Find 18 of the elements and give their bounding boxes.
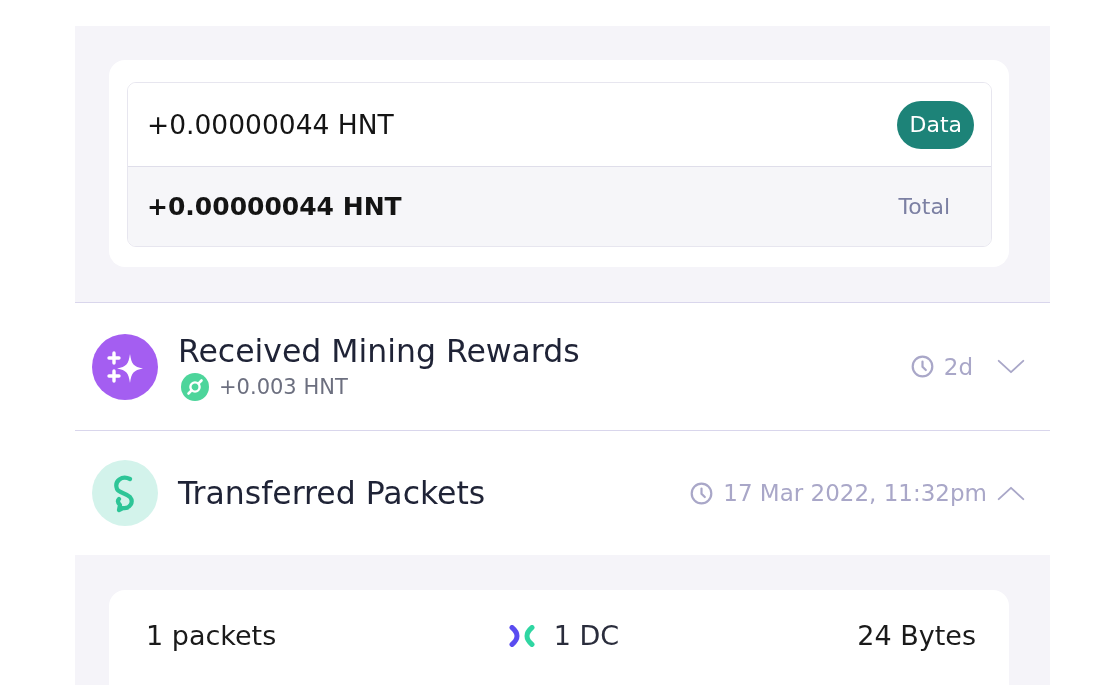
data-size: 24 Bytes <box>857 620 976 651</box>
sparkle-icon <box>92 333 158 400</box>
token-icon <box>181 372 209 401</box>
activity-time: 2d <box>943 353 973 380</box>
activity-title: Received Mining Rewards <box>178 332 580 369</box>
total-label: Total <box>898 194 950 219</box>
reward-amount: +0.00000044 HNT <box>147 109 394 140</box>
clock-icon <box>910 355 934 378</box>
s-shape-icon <box>92 460 158 526</box>
dc-amount: 1 DC <box>553 620 620 651</box>
clock-icon <box>690 481 714 505</box>
reward-amount: +0.003 HNT <box>219 374 348 399</box>
packet-count: 1 packets <box>146 620 277 651</box>
activity-time: 17 Mar 2022, 11:32pm <box>723 480 987 506</box>
arcs-icon <box>508 624 535 647</box>
total-amount: +0.00000044 HNT <box>147 192 402 221</box>
activity-title: Transferred Packets <box>178 475 486 511</box>
type-tag: Data <box>897 100 974 149</box>
